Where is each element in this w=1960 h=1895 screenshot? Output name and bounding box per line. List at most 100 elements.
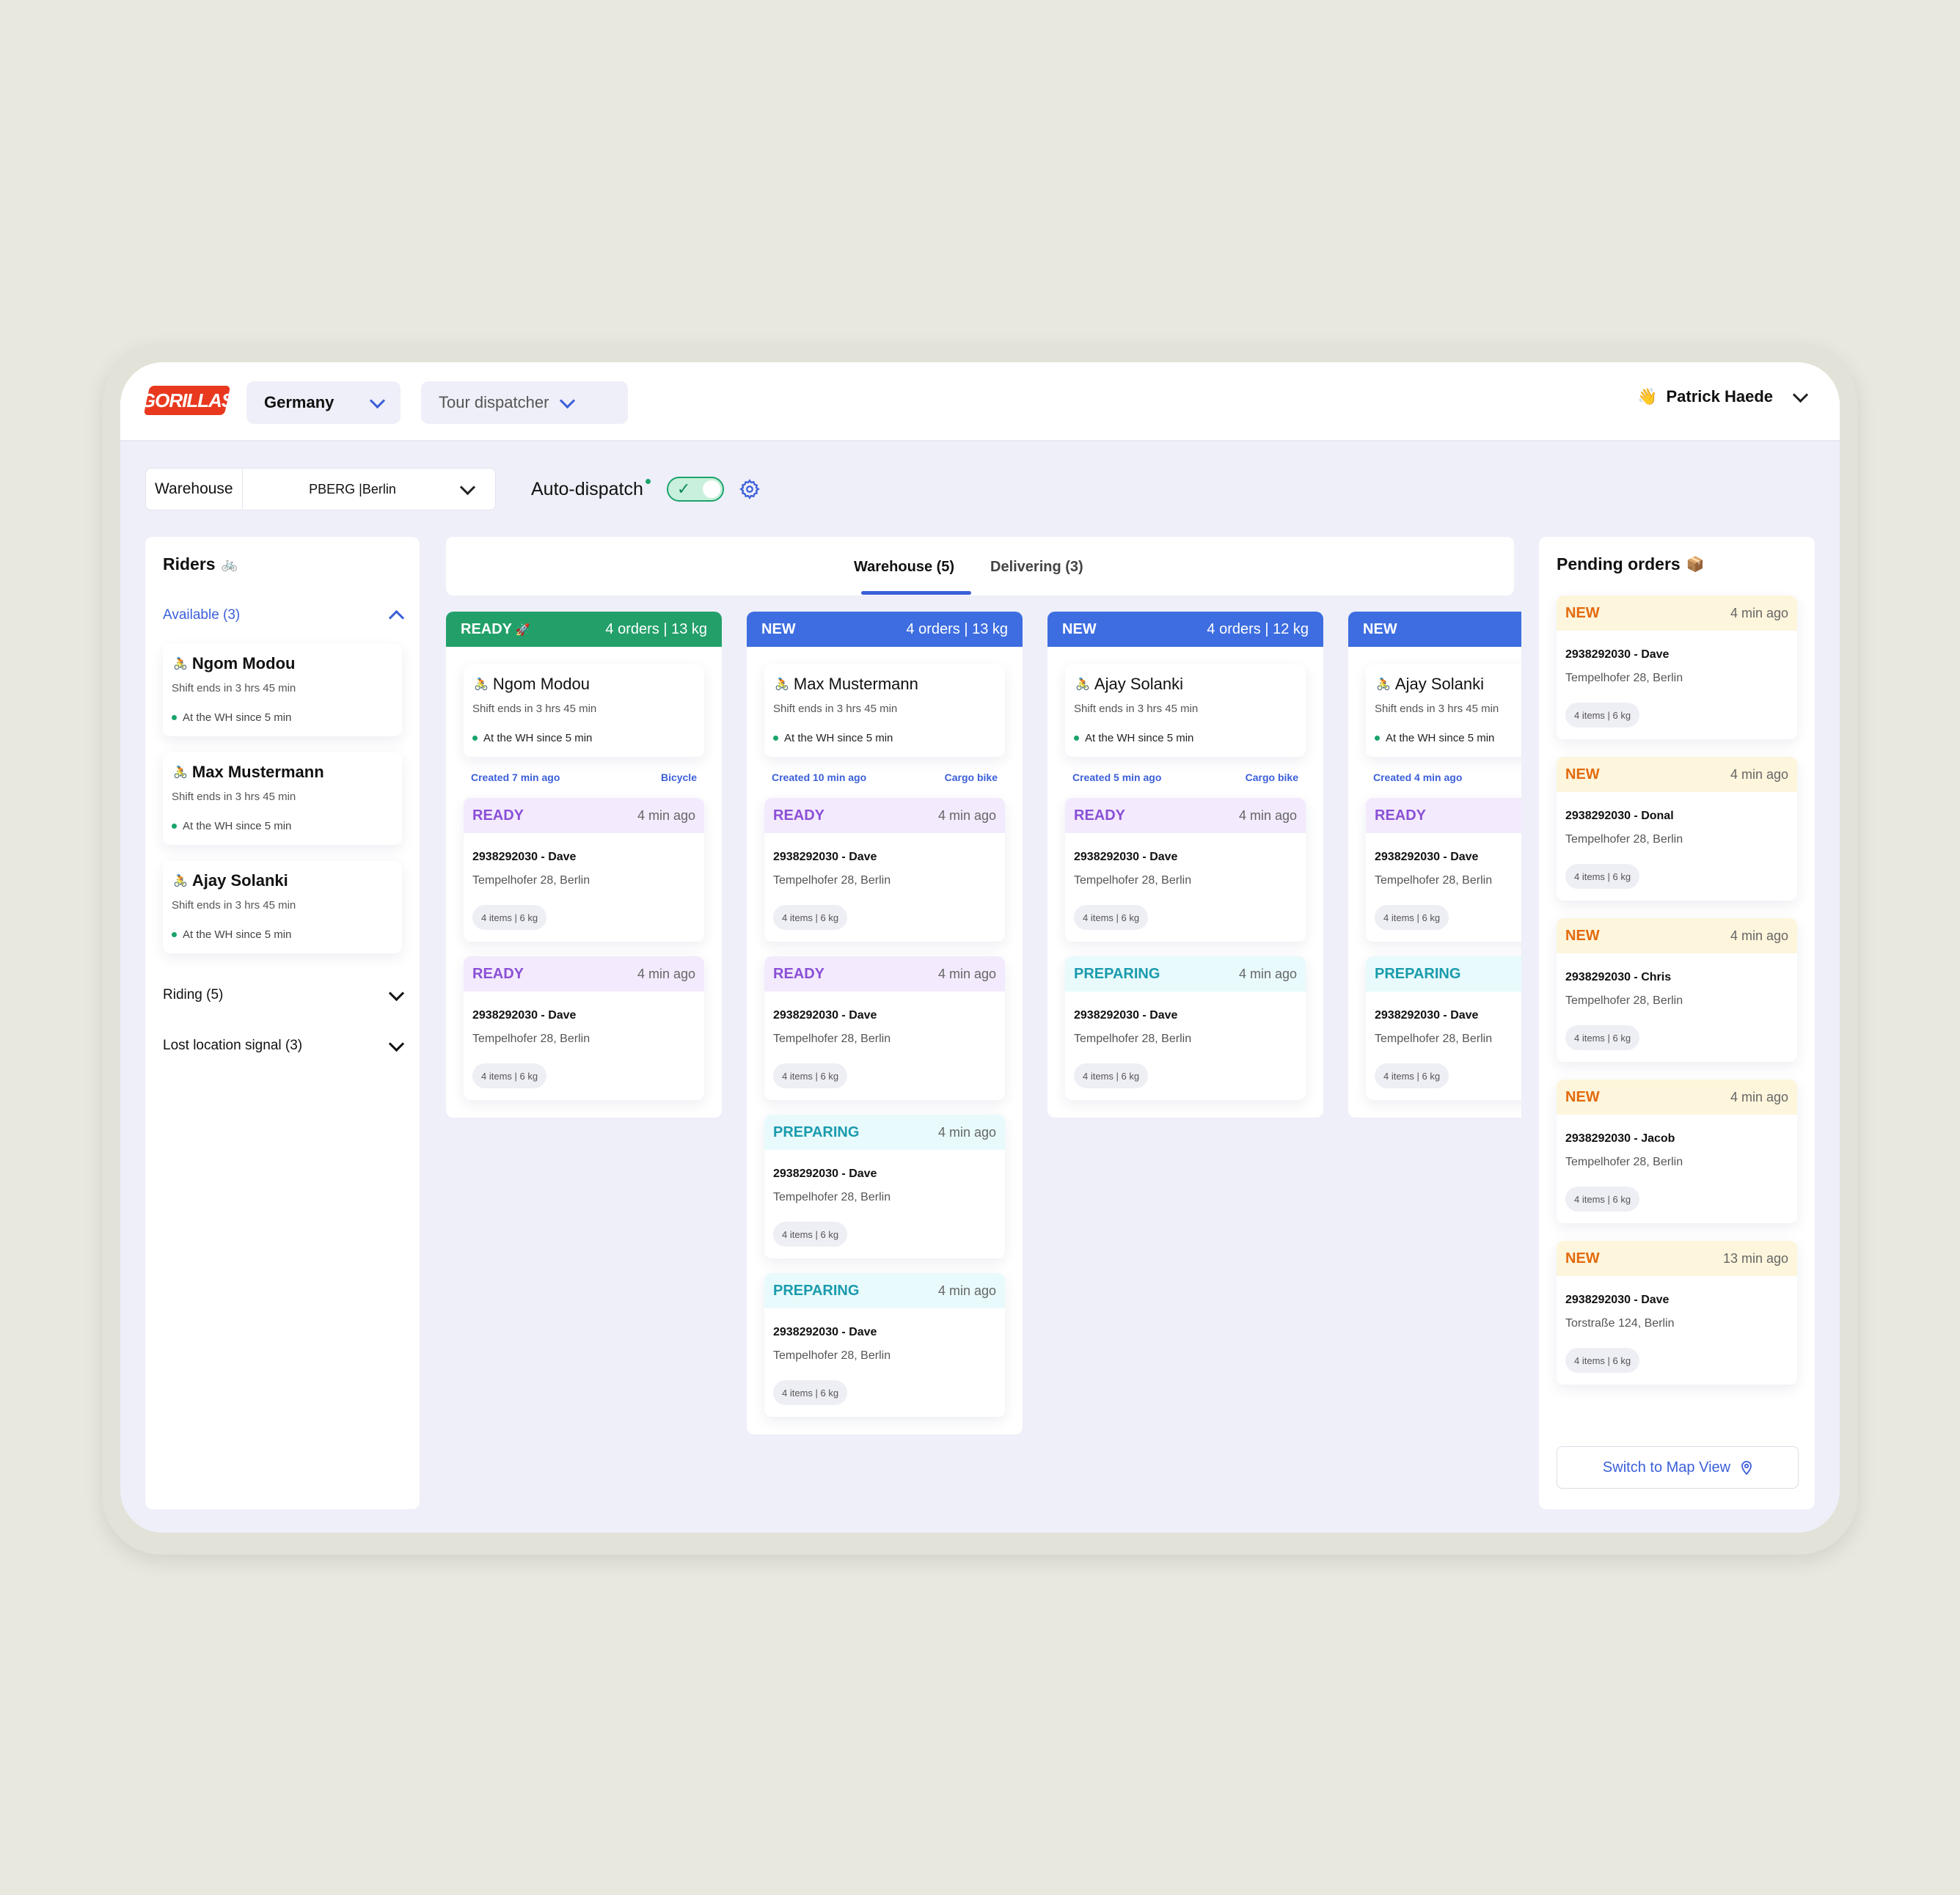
- order-address: Torstraße 124, Berlin: [1565, 1317, 1675, 1330]
- tour-header[interactable]: NEW 4 orders | 13 kg: [747, 612, 1023, 647]
- order-card-header: READY 4 min ago: [464, 956, 704, 992]
- order-card[interactable]: READY4 min ago2938292030 - DaveTempelhof…: [1065, 798, 1306, 942]
- order-address: Tempelhofer 28, Berlin: [1565, 833, 1683, 846]
- order-address: Tempelhofer 28, Berlin: [773, 874, 891, 887]
- order-time-ago: 4 min ago: [937, 966, 996, 981]
- auto-dispatch-toggle[interactable]: ✓: [666, 477, 724, 502]
- rider-status: At the WH since 5 min: [172, 711, 291, 724]
- tour-meta: Created 5 min ago Cargo bike: [1047, 771, 1323, 783]
- auto-dispatch-label: Auto-dispatch: [531, 478, 651, 500]
- country-select[interactable]: Germany: [246, 381, 401, 424]
- order-card[interactable]: NEW 4 min ago 2938292030 - Chris Tempelhofe…: [1557, 918, 1797, 1062]
- rider-shift: Shift ends in 3 hrs 45 min: [172, 791, 296, 803]
- rider-shift: Shift ends in 3 hrs 45 min: [172, 682, 296, 694]
- order-size-chip: 4 items | 6 kg: [1565, 1025, 1640, 1050]
- online-dot-icon: [1375, 736, 1380, 741]
- rider-name-text: Ajay Solanki: [1394, 675, 1484, 693]
- assigned-rider-card[interactable]: 🚴 Ajay Solanki Shift ends in 3 hrs 45 min A…: [1366, 664, 1521, 757]
- package-icon: 📦: [1686, 557, 1705, 573]
- cyclist-icon: 🚴: [173, 658, 188, 670]
- order-card-header: NEW 4 min ago: [1557, 918, 1797, 953]
- tour-status: READY 🚀: [461, 621, 530, 638]
- order-card-header: READY 4 min ago: [764, 798, 1005, 833]
- status-dot: [645, 478, 651, 484]
- gear-icon[interactable]: [739, 478, 761, 500]
- switch-to-map-view-button[interactable]: Switch to Map View: [1557, 1446, 1799, 1489]
- tab-warehouse[interactable]: Warehouse (5): [854, 559, 954, 576]
- order-card-header: NEW 4 min ago: [1557, 1080, 1797, 1115]
- tool-select[interactable]: Tour dispatcher: [421, 381, 628, 424]
- order-status-badge: NEW: [1565, 604, 1600, 621]
- order-title: 2938292030 - Dave: [773, 851, 877, 863]
- available-label: Available (3): [163, 607, 241, 623]
- gorillas-logo[interactable]: GORILLAS: [141, 386, 233, 415]
- order-address: Tempelhofer 28, Berlin: [1565, 1156, 1683, 1168]
- order-card[interactable]: READY4 min ago2938292030 - DaveTempelhof…: [764, 956, 1005, 1100]
- order-time-ago: 4 min ago: [1730, 766, 1788, 782]
- tour-vehicle: Cargo bike: [1245, 771, 1298, 783]
- order-status-badge: READY: [773, 807, 825, 824]
- assigned-rider-card[interactable]: 🚴 Ngom Modou Shift ends in 3 hrs 45 min At …: [464, 664, 704, 757]
- order-time-ago: 4 min ago: [937, 807, 996, 823]
- warehouse-select[interactable]: Warehouse PBERG |Berlin: [145, 468, 496, 510]
- tour-header[interactable]: NEW4 orders: [1348, 612, 1521, 647]
- order-size-chip: 4 items | 6 kg: [472, 905, 547, 930]
- available-section-toggle[interactable]: Available (3): [163, 607, 405, 626]
- order-card[interactable]: READY4 min ago2938292030 - DaveTempelhof…: [1366, 798, 1521, 942]
- auto-dispatch-text: Auto-dispatch: [531, 478, 643, 499]
- user-menu[interactable]: 👋 Patrick Haede: [1637, 386, 1809, 406]
- tour-created: Created 4 min ago: [1373, 771, 1463, 783]
- order-time-ago: 4 min ago: [937, 1283, 996, 1298]
- order-card[interactable]: READY4 min ago2938292030 - DaveTempelhof…: [464, 798, 704, 942]
- assigned-rider-card[interactable]: 🚴 Max Mustermann Shift ends in 3 hrs 45 mi…: [764, 664, 1005, 757]
- tour-header[interactable]: READY 🚀 4 orders | 13 kg: [446, 612, 722, 647]
- order-card[interactable]: PREPARING4 min ago2938292030 - DaveTempe…: [764, 1115, 1005, 1258]
- rider-card[interactable]: 🚴 Ngom Modou Shift ends in 3 hrs 45 min At …: [163, 644, 402, 736]
- order-title: 2938292030 - Dave: [1375, 1009, 1479, 1022]
- order-card-header: READY 4 min ago: [764, 956, 1005, 992]
- order-card[interactable]: NEW 4 min ago 2938292030 - Donal Tempelhofe…: [1557, 757, 1797, 901]
- app-screen: GORILLAS Germany Tour dispatcher 👋 Patri…: [120, 362, 1840, 1533]
- order-card[interactable]: READY 4 min ago 2938292030 - Dave Tempelhof…: [764, 798, 1005, 942]
- order-card-header: PREPARING 4 min ago: [764, 1115, 1005, 1150]
- waving-hand-icon: 👋: [1637, 387, 1658, 406]
- rider-status-text: At the WH since 5 min: [183, 928, 292, 941]
- cyclist-icon: 🚴: [173, 875, 188, 887]
- rider-name: 🚴 Ajay Solanki: [1075, 675, 1183, 694]
- order-status-badge: NEW: [1565, 1250, 1600, 1267]
- order-time-ago: 4 min ago: [1730, 1089, 1788, 1104]
- rider-card[interactable]: 🚴 Ajay Solanki Shift ends in 3 hrs 45 min A…: [163, 861, 402, 953]
- rocket-icon: 🚀: [512, 623, 530, 637]
- order-size-chip: 4 items | 6 kg: [1074, 1063, 1149, 1088]
- order-card[interactable]: NEW 13 min ago 2938292030 - Dave Torstraße …: [1557, 1241, 1797, 1385]
- order-card[interactable]: PREPARING4 min ago2938292030 - DaveTempe…: [1366, 956, 1521, 1100]
- order-title: 2938292030 - Dave: [773, 1168, 877, 1180]
- rider-card[interactable]: 🚴 Max Mustermann Shift ends in 3 hrs 45 mi…: [163, 752, 402, 845]
- lost-signal-section-toggle[interactable]: Lost location signal (3): [163, 1036, 405, 1054]
- order-status-badge: PREPARING: [1074, 965, 1160, 982]
- rider-name: 🚴 Max Mustermann: [173, 763, 324, 782]
- tour-created: Created 10 min ago: [772, 771, 867, 783]
- cyclist-icon: 🚴: [474, 678, 489, 691]
- tour-status-text: READY: [461, 620, 513, 637]
- order-title: 2938292030 - Dave: [1565, 1294, 1670, 1306]
- riding-section-toggle[interactable]: Riding (5): [163, 985, 405, 1003]
- tour-header[interactable]: NEW 4 orders | 12 kg: [1047, 612, 1323, 647]
- online-dot-icon: [172, 932, 177, 937]
- tab-delivering[interactable]: Delivering (3): [990, 559, 1083, 576]
- order-card[interactable]: READY4 min ago2938292030 - DaveTempelhof…: [464, 956, 704, 1100]
- order-address: Tempelhofer 28, Berlin: [1074, 874, 1192, 887]
- chevron-down-icon: [560, 392, 576, 408]
- order-size-chip: 4 items | 6 kg: [1375, 1063, 1449, 1088]
- rider-shift: Shift ends in 3 hrs 45 min: [1375, 703, 1499, 715]
- order-card[interactable]: PREPARING4 min ago2938292030 - DaveTempe…: [1065, 956, 1306, 1100]
- order-status-badge: READY: [472, 807, 524, 824]
- order-card[interactable]: PREPARING4 min ago2938292030 - DaveTempe…: [764, 1273, 1005, 1417]
- assigned-rider-card[interactable]: 🚴 Ajay Solanki Shift ends in 3 hrs 45 min A…: [1065, 664, 1306, 757]
- pending-orders-panel: Pending orders 📦 NEW 4 min ago 2938292030 -…: [1539, 537, 1815, 1509]
- order-card[interactable]: NEW 4 min ago 2938292030 - Dave Tempelhofer…: [1557, 595, 1797, 739]
- order-time-ago: 4 min ago: [1238, 966, 1297, 981]
- tour-status: NEW: [761, 621, 796, 638]
- order-time-ago: 4 min ago: [637, 807, 695, 823]
- order-card[interactable]: NEW 4 min ago 2938292030 - Jacob Tempelhofe…: [1557, 1080, 1797, 1223]
